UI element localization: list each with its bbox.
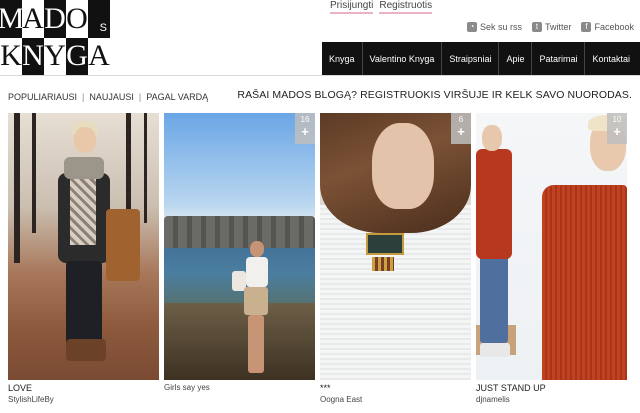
logo-letter: K [0, 37, 22, 75]
like-count: 16 [300, 115, 310, 124]
nav-item-apie[interactable]: Apie [499, 42, 533, 76]
twitter-link[interactable]: t Twitter [531, 22, 572, 32]
twitter-icon: t [531, 22, 542, 32]
promo-text: RAŠAI MADOS BLOGĄ? REGISTRUOKIS VIRŠUJE … [237, 89, 632, 101]
sort-popular[interactable]: POPULIARIAUSI [8, 92, 77, 102]
nav-item-kontaktai[interactable]: Kontaktai [585, 42, 637, 76]
facebook-link[interactable]: f Facebook [581, 22, 634, 32]
site-logo[interactable]: M A D O S K N Y G A [0, 0, 110, 75]
post-author[interactable]: Oogna East [320, 395, 471, 404]
post-title[interactable]: LOVE [8, 383, 159, 393]
logo-letter: M [0, 0, 24, 38]
nav-item-patarimai[interactable]: Patarimai [532, 42, 586, 76]
like-count: 10 [612, 115, 622, 124]
rss-icon: ◔ [466, 22, 477, 32]
nav-item-valentino-knyga[interactable]: Valentino Knyga [363, 42, 443, 76]
facebook-icon: f [581, 22, 592, 32]
logo-letter: G [66, 37, 88, 75]
rss-label: Sek su rss [479, 22, 522, 32]
account-links: Prisijungti Registruotis [330, 0, 433, 14]
post-card[interactable]: 10 + JUST STAND UP djnamelis [476, 113, 627, 404]
sort-by-name[interactable]: PAGAL VARDĄ [146, 92, 208, 102]
nav-item-straipsniai[interactable]: Straipsniai [442, 42, 500, 76]
post-title[interactable]: JUST STAND UP [476, 383, 627, 393]
like-count: 6 [458, 115, 464, 124]
post-photo[interactable] [8, 113, 159, 380]
login-link[interactable]: Prisijungti [330, 0, 374, 14]
post-photo[interactable]: 6 + [320, 113, 471, 380]
post-card[interactable]: LOVE StylishLifeBy [8, 113, 159, 404]
logo-letter: S [88, 0, 110, 38]
like-badge[interactable]: 16 + [295, 113, 315, 144]
post-author[interactable]: StylishLifeBy [8, 395, 159, 404]
logo-letter: N [22, 37, 44, 75]
like-badge[interactable]: 10 + [607, 113, 627, 144]
rss-link[interactable]: ◔ Sek su rss [466, 22, 522, 32]
plus-icon[interactable]: + [451, 125, 471, 139]
post-title[interactable]: *** [320, 383, 471, 393]
post-card[interactable]: 6 + *** Oogna East [320, 113, 471, 404]
header-divider [0, 75, 640, 76]
logo-letter: D [44, 0, 66, 38]
post-grid: LOVE StylishLifeBy 16 + Girls say yes 6 … [8, 113, 632, 404]
post-author[interactable]: Girls say yes [164, 383, 315, 392]
social-links: ◔ Sek su rss t Twitter f Facebook [466, 22, 634, 32]
main-nav: Knyga Valentino Knyga Straipsniai Apie P… [322, 42, 640, 76]
post-card[interactable]: 16 + Girls say yes [164, 113, 315, 404]
twitter-label: Twitter [544, 22, 572, 32]
logo-letter: A [88, 37, 110, 75]
register-link[interactable]: Registruotis [379, 0, 433, 14]
plus-icon[interactable]: + [295, 125, 315, 139]
logo-letter: A [22, 0, 44, 38]
logo-letter: Y [44, 37, 66, 75]
post-photo[interactable]: 10 + [476, 113, 627, 380]
separator: | [138, 92, 142, 102]
sort-newest[interactable]: NAUJAUSI [89, 92, 134, 102]
post-author[interactable]: djnamelis [476, 395, 627, 404]
nav-item-knyga[interactable]: Knyga [322, 42, 363, 76]
post-photo[interactable]: 16 + [164, 113, 315, 380]
like-badge[interactable]: 6 + [451, 113, 471, 144]
separator: | [82, 92, 85, 102]
sort-options: POPULIARIAUSI | NAUJAUSI | PAGAL VARDĄ [8, 92, 208, 102]
facebook-label: Facebook [594, 22, 634, 32]
plus-icon[interactable]: + [607, 125, 627, 139]
logo-letter: O [66, 0, 88, 38]
